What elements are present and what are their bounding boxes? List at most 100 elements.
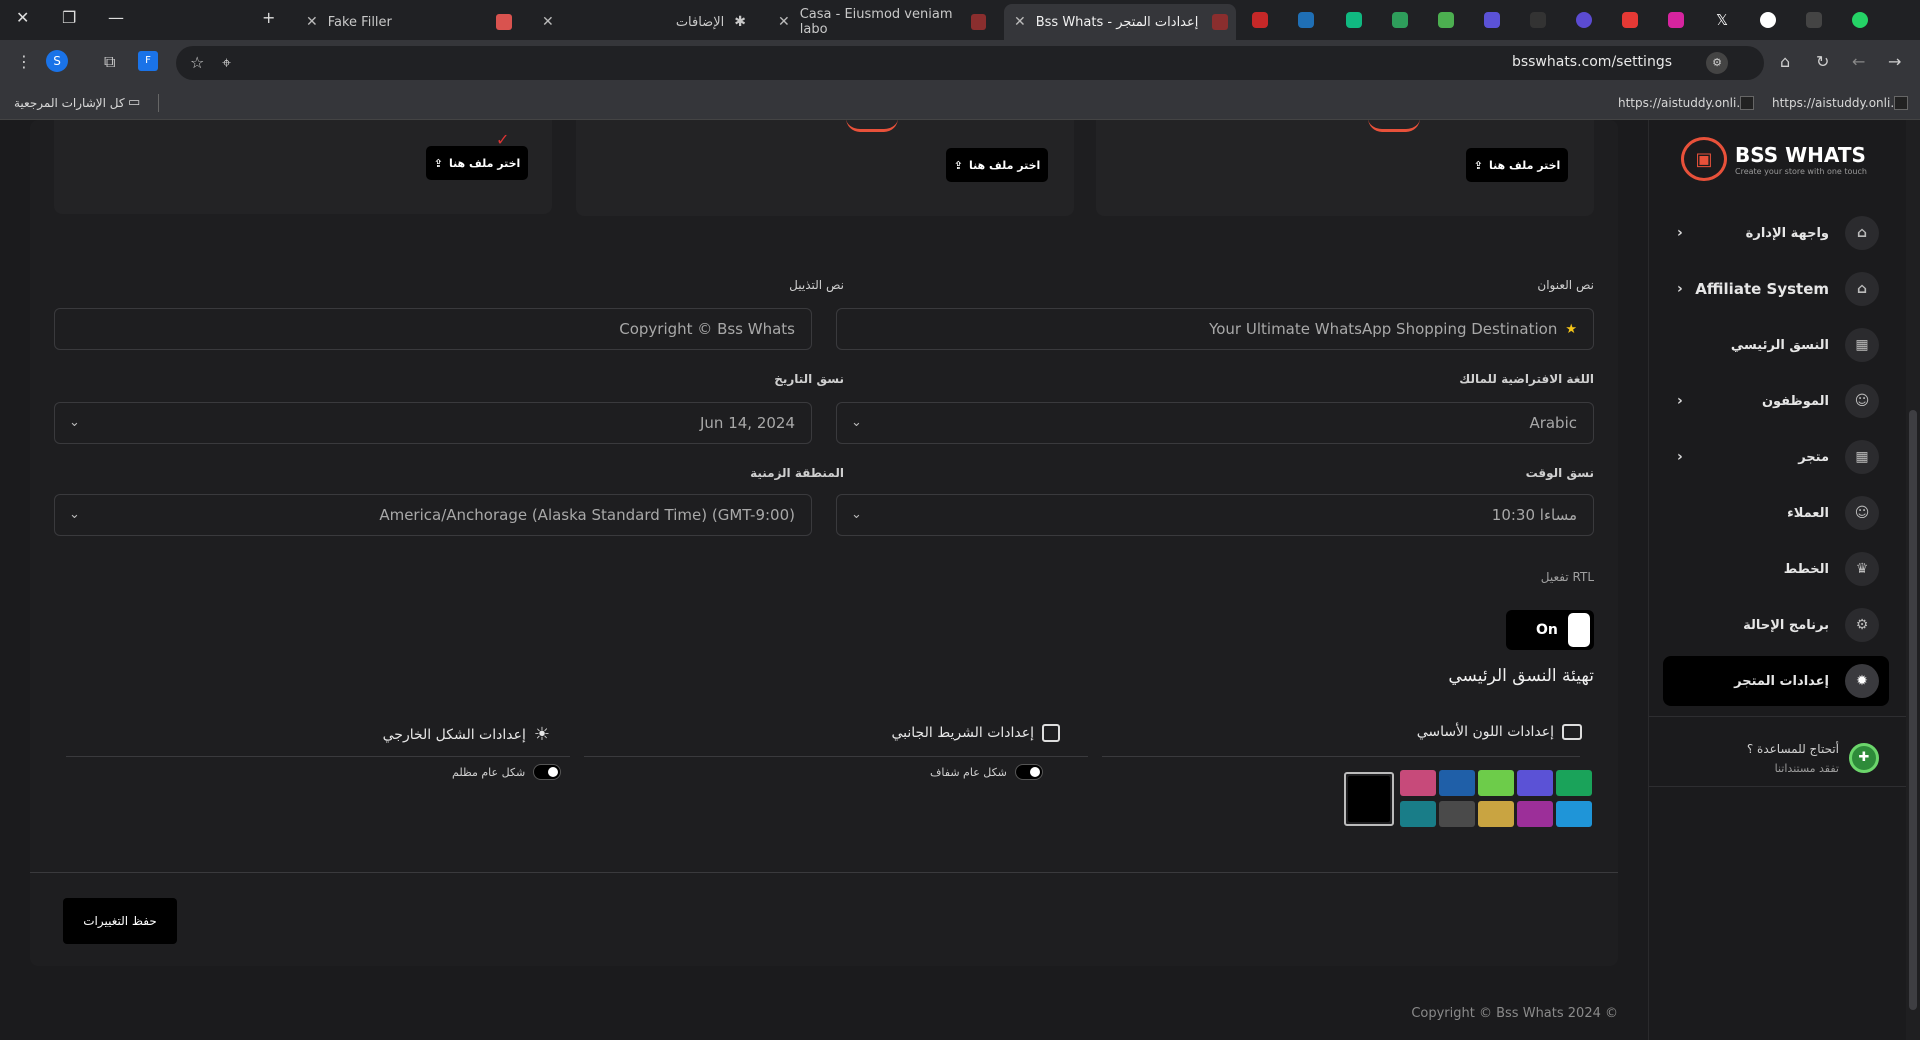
sidebar-item-label: برنامج الإحالة [1743,617,1829,633]
timezone-select[interactable]: ⌄ America/Anchorage (Alaska Standard Tim… [54,494,812,536]
pinned-tab-icon[interactable] [1298,12,1314,28]
sidebar-item-plans[interactable]: الخطط ♛ [1663,544,1889,594]
color-swatch[interactable] [1439,801,1475,827]
tab-bss-whats-active[interactable]: ✕ Bss Whats - إعدادات المتجر [1004,4,1236,40]
selected-color-preview[interactable] [1344,772,1394,826]
x-icon[interactable]: 𝕏 [1714,12,1730,28]
sidebar-item-main-theme[interactable]: النسق الرئيسي ▦ [1663,320,1889,370]
pinned-tab-icon[interactable] [1438,12,1454,28]
choose-file-button[interactable]: ⇪ اختر ملف هنا [946,148,1048,182]
color-swatch[interactable] [1556,770,1592,796]
tab-title: Bss Whats - إعدادات المتجر [1035,14,1199,30]
dark-layout-label: شكل عام مظلم [452,765,526,779]
time-format-select[interactable]: ⌄ 10:30 مساءا [836,494,1594,536]
pinned-tab-icon[interactable] [1252,12,1268,28]
close-tab-icon[interactable]: ✕ [778,14,790,30]
location-icon[interactable]: ⌖ [222,53,231,73]
choose-file-button[interactable]: ⇪ اختر ملف هنا [1466,148,1568,182]
pinned-tab-icon[interactable] [1576,12,1592,28]
color-swatch[interactable] [1400,770,1436,796]
color-swatch[interactable] [1400,801,1436,827]
close-window-icon[interactable]: ✕ [16,8,29,27]
help-title: أتحتاج للمساعدة ؟ [1746,741,1839,756]
back-icon[interactable]: ← [1852,52,1865,71]
whatsapp-icon[interactable] [1852,12,1868,28]
transparent-layout-toggle[interactable] [1014,764,1043,780]
puzzle-icon: ✱ [734,14,746,30]
close-tab-icon[interactable]: ✕ [1014,14,1026,30]
help-lifebuoy-icon: ✚ [1849,743,1879,773]
header-text-input[interactable]: Your Ultimate WhatsApp Shopping Destinat… [836,308,1594,350]
close-tab-icon[interactable]: ✕ [542,14,554,30]
rtl-toggle[interactable]: On [1506,610,1594,650]
pinned-tab-icon[interactable] [1346,12,1362,28]
color-swatch[interactable] [1478,770,1514,796]
date-format-select[interactable]: ⌄ Jun 14, 2024 [54,402,812,444]
browser-tab-bar: ✕ ❐ — + ✕ Fake Filler ✕ الإضافات ✱ ✕ Cas… [0,0,1920,40]
sidebar-item-employees[interactable]: › الموظفون ☺ [1663,376,1889,426]
all-bookmarks-link[interactable]: كل الإشارات المرجعية [14,96,125,110]
sidebar-item-label: Affiliate System [1695,280,1829,298]
extension-icon[interactable]: F [138,51,158,71]
pinned-tab-icon[interactable] [1392,12,1408,28]
profile-avatar[interactable]: S [46,50,68,72]
selected-color-fill [1348,776,1390,822]
section-divider [66,756,570,757]
home-icon[interactable]: ⌂ [1780,52,1790,71]
bookmark-star-icon[interactable]: ☆ [190,53,204,72]
brand-logo[interactable]: ▣ BSS WHATS Create your store with one t… [1681,134,1881,184]
youtube-icon[interactable] [1622,12,1638,28]
tab-extensions[interactable]: ✕ الإضافات ✱ [532,4,756,40]
upload-icon: ⇪ [433,156,443,170]
scrollbar-thumb[interactable] [1909,410,1917,1010]
help-subtitle[interactable]: تفقد مستنداتنا [1747,762,1839,775]
forward-icon[interactable]: → [1888,52,1901,71]
restore-window-icon[interactable]: ❐ [62,8,76,27]
google-icon[interactable] [1760,12,1776,28]
close-tab-icon[interactable]: ✕ [306,14,318,30]
pinned-tab-icon[interactable] [1530,12,1546,28]
color-swatch[interactable] [1556,801,1592,827]
menu-kebab-icon[interactable]: ⋮ [16,52,32,71]
sidebar-item-admin-dashboard[interactable]: › واجهة الإدارة ⌂ [1663,208,1889,258]
minimize-window-icon[interactable]: — [108,8,124,27]
default-language-select[interactable]: ⌄ Arabic [836,402,1594,444]
color-swatch[interactable] [1517,770,1553,796]
chevron-right-icon: › [1677,281,1683,297]
sidebar-item-customers[interactable]: العملاء ☺ [1663,488,1889,538]
save-changes-button[interactable]: حفظ التغييرات [63,898,177,944]
sidebar-item-affiliate-system[interactable]: › Affiliate System ⌂ [1663,264,1889,314]
color-swatch[interactable] [1517,801,1553,827]
pinned-tab-icon[interactable] [1806,12,1822,28]
color-swatch[interactable] [1439,770,1475,796]
folder-icon: ▭ [128,95,141,110]
tab-casa[interactable]: ✕ Casa - Eiusmod veniam labo [768,4,994,40]
sun-icon: ☀ [533,724,550,745]
choose-file-button[interactable]: ⇪ اختر ملف هنا [426,146,528,180]
layout-icon [1042,724,1060,742]
bookmark-favicon [1740,96,1754,110]
instagram-icon[interactable] [1668,12,1684,28]
address-bar[interactable]: ☆ ⌖ bsswhats.com/settings ⚙ [176,46,1764,80]
section-divider [1102,756,1580,757]
dark-layout-toggle-row: شكل عام مظلم [452,764,562,780]
reload-icon[interactable]: ↻ [1816,52,1829,71]
color-swatch[interactable] [1478,801,1514,827]
bookmark-link[interactable]: https://aistuddy.onli... [1618,96,1748,110]
page-scrollbar[interactable] [1906,120,1920,1040]
tab-fake-filler[interactable]: ✕ Fake Filler [296,4,520,40]
dark-layout-toggle[interactable] [533,764,562,780]
logo-tagline: Create your store with one touch [1735,166,1867,176]
sidebar-item-referral[interactable]: برنامج الإحالة ⚙ [1663,600,1889,650]
extensions-icon[interactable]: ⧉ [104,52,115,72]
sidebar-item-store[interactable]: › متجر ▦ [1663,432,1889,482]
sidebar-item-store-settings[interactable]: إعدادات المتجر ✹ [1663,656,1889,706]
footer-text-input[interactable]: Copyright © Bss Whats [54,308,812,350]
new-tab-icon[interactable]: + [262,8,275,27]
home-icon: ⌂ [1845,216,1879,250]
site-settings-icon[interactable]: ⚙ [1706,52,1728,74]
url-text[interactable]: bsswhats.com/settings [1512,54,1672,70]
help-box[interactable]: أتحتاج للمساعدة ؟ تفقد مستنداتنا ✚ [1689,728,1879,788]
bookmark-link[interactable]: https://aistuddy.onli... [1772,96,1902,110]
pinned-tab-icon[interactable] [1484,12,1500,28]
